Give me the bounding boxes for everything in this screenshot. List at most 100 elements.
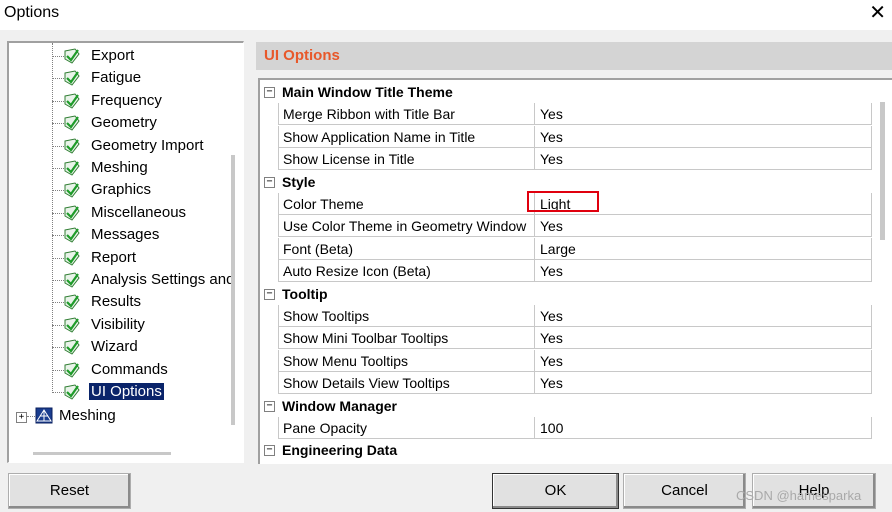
tree-item[interactable]: Messages bbox=[9, 224, 229, 246]
property-name: Show Details View Tooltips bbox=[278, 372, 535, 395]
category-title: Style bbox=[282, 173, 316, 190]
tree-item-label: UI Options bbox=[88, 382, 165, 401]
property-row[interactable]: Merge Ribbon with Title Bar Yes bbox=[260, 103, 872, 126]
tree-item-label: Graphics bbox=[91, 181, 152, 199]
property-value[interactable]: Yes bbox=[535, 349, 872, 372]
tree-item-meshing-root[interactable]: + Meshing bbox=[9, 405, 229, 427]
property-name: Show Menu Tooltips bbox=[278, 349, 535, 372]
property-value[interactable]: Yes bbox=[535, 260, 872, 283]
green-check-icon bbox=[64, 93, 80, 109]
property-value[interactable]: Yes bbox=[535, 372, 872, 395]
tree-item-label: Meshing bbox=[59, 407, 116, 424]
panel-header: UI Options bbox=[256, 42, 892, 70]
grid-vertical-scrollbar[interactable] bbox=[880, 102, 885, 240]
property-name: Merge Ribbon with Title Bar bbox=[278, 103, 535, 126]
collapse-icon[interactable]: − bbox=[264, 288, 275, 300]
close-icon[interactable]: ✕ bbox=[869, 2, 886, 24]
tree-item-label: Meshing bbox=[91, 159, 148, 176]
green-check-icon bbox=[64, 205, 80, 221]
tree-item[interactable]: Wizard bbox=[9, 336, 229, 358]
category-row[interactable]: − Window Manager bbox=[260, 395, 872, 417]
tree-item[interactable]: UI Options bbox=[9, 381, 229, 403]
tree-item-label: Geometry bbox=[91, 114, 157, 132]
green-check-icon bbox=[64, 160, 80, 176]
category-row[interactable]: − Tooltip bbox=[260, 283, 872, 305]
collapse-icon[interactable]: − bbox=[264, 400, 275, 412]
tree-item-label: Commands bbox=[91, 360, 168, 378]
property-row[interactable]: Show Application Name in Title Yes bbox=[260, 125, 872, 148]
property-value[interactable]: Light bbox=[535, 193, 872, 215]
panel-title: UI Options bbox=[264, 47, 340, 64]
property-row[interactable]: Auto Resize Icon (Beta) Yes bbox=[260, 260, 872, 283]
tree-item[interactable]: Geometry bbox=[9, 112, 229, 134]
collapse-icon[interactable]: − bbox=[264, 87, 275, 98]
category-title: Window Manager bbox=[282, 397, 397, 414]
tree-item-label: Fatigue bbox=[91, 69, 142, 87]
property-value[interactable]: Yes bbox=[535, 327, 872, 350]
collapse-icon[interactable]: − bbox=[264, 176, 275, 188]
property-row[interactable]: Show Mini Toolbar Tooltips Yes bbox=[260, 327, 872, 350]
property-name: Show Mini Toolbar Tooltips bbox=[278, 327, 535, 350]
tree-item[interactable]: Results bbox=[9, 291, 229, 313]
tree-item[interactable]: Report bbox=[9, 247, 229, 269]
property-row[interactable]: Pane Opacity 100 bbox=[260, 417, 872, 439]
category-row[interactable]: − Style bbox=[260, 171, 872, 193]
tree-item[interactable]: Graphics bbox=[9, 179, 229, 201]
tree-item-label: Messages bbox=[91, 226, 160, 244]
tree-item[interactable]: Analysis Settings and bbox=[9, 269, 234, 291]
property-name: Auto Resize Icon (Beta) bbox=[278, 260, 535, 283]
property-name: Show Tooltips bbox=[278, 305, 535, 327]
property-name: Font (Beta) bbox=[278, 237, 535, 260]
tree-item[interactable]: Commands bbox=[9, 359, 229, 381]
property-row[interactable]: Use Color Theme in Geometry Window Yes bbox=[260, 215, 872, 238]
cancel-button[interactable]: Cancel bbox=[623, 473, 746, 509]
property-row[interactable]: Show Tooltips Yes bbox=[260, 305, 872, 327]
collapse-icon[interactable]: − bbox=[264, 445, 275, 457]
tree-item[interactable]: Meshing bbox=[9, 157, 229, 179]
category-row[interactable]: − Engineering Data bbox=[260, 439, 872, 461]
tree-item-label: Export bbox=[91, 47, 135, 64]
tree-item-label: Wizard bbox=[91, 338, 138, 356]
property-row[interactable]: Color Theme Light bbox=[260, 193, 872, 215]
green-check-icon bbox=[64, 294, 80, 311]
tree-item[interactable]: Miscellaneous bbox=[9, 202, 229, 224]
reset-button[interactable]: Reset bbox=[8, 473, 131, 509]
property-name: Use Color Theme in Geometry Window bbox=[278, 215, 535, 238]
property-row[interactable]: Show Details View Tooltips Yes bbox=[260, 372, 872, 395]
window-title: Options bbox=[4, 4, 60, 21]
property-name: Show Application Name in Title bbox=[278, 125, 535, 148]
green-check-icon bbox=[64, 70, 80, 87]
watermark-text: CSDN @hamesparka bbox=[736, 488, 862, 503]
property-value[interactable]: Yes bbox=[535, 103, 872, 126]
green-check-icon bbox=[64, 48, 80, 64]
tree-item-label: Report bbox=[91, 248, 137, 266]
meshing-icon bbox=[35, 407, 53, 424]
green-check-icon bbox=[64, 339, 80, 355]
property-row[interactable]: Font (Beta) Large bbox=[260, 237, 872, 260]
tree-item[interactable]: Visibility bbox=[9, 314, 229, 336]
tree-vertical-scrollbar[interactable] bbox=[231, 155, 235, 425]
ok-button[interactable]: OK bbox=[492, 473, 619, 509]
tree-item-label: Miscellaneous bbox=[91, 203, 187, 221]
green-check-icon bbox=[64, 227, 80, 243]
tree-item[interactable]: Frequency bbox=[9, 90, 229, 112]
property-value[interactable]: Yes bbox=[535, 215, 872, 238]
tree-item[interactable]: Geometry Import bbox=[9, 135, 229, 157]
tree-item-label: Geometry Import bbox=[91, 136, 204, 154]
property-value[interactable]: Large bbox=[535, 237, 872, 260]
tree-horizontal-scrollbar[interactable] bbox=[33, 452, 171, 455]
property-row[interactable]: Show License in Title Yes bbox=[260, 148, 872, 171]
tree-item[interactable]: Export bbox=[9, 45, 229, 67]
tree-item[interactable]: Fatigue bbox=[9, 67, 229, 89]
tree-item-label: Results bbox=[91, 293, 142, 311]
property-row[interactable]: Show Menu Tooltips Yes bbox=[260, 349, 872, 372]
expand-icon[interactable]: + bbox=[16, 412, 27, 423]
category-row[interactable]: − Main Window Title Theme bbox=[260, 81, 872, 103]
property-value[interactable]: Yes bbox=[535, 305, 872, 327]
property-value[interactable]: 100 bbox=[535, 417, 872, 439]
property-value[interactable]: Yes bbox=[535, 125, 872, 148]
property-value[interactable]: Yes bbox=[535, 148, 872, 171]
green-check-icon bbox=[64, 384, 80, 400]
property-grid[interactable]: − Main Window Title Theme Merge Ribbon wit… bbox=[258, 78, 892, 464]
options-tree[interactable]: Export Fatigue Frequency Geometry Geometry I… bbox=[7, 41, 244, 463]
